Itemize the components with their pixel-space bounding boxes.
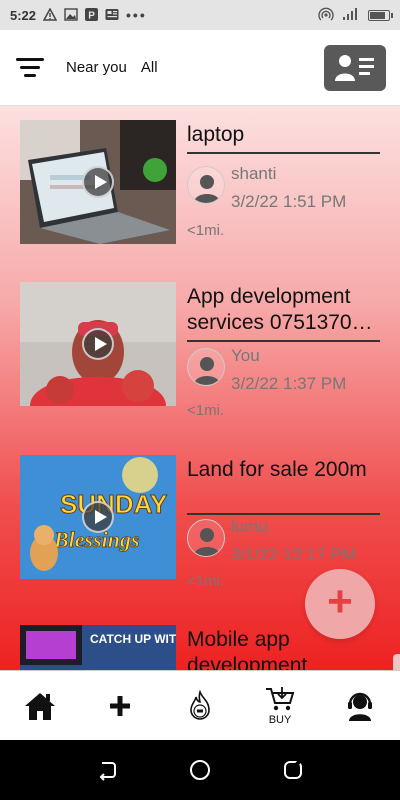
nav-support-button[interactable]: [330, 676, 390, 736]
listing-distance: <1mi.: [187, 222, 225, 239]
listing-title[interactable]: laptop: [187, 122, 380, 154]
list-item[interactable]: App development services 0751370… You 3/…: [0, 268, 400, 419]
listing-title[interactable]: Land for sale 200m: [187, 457, 380, 515]
listing-distance: <1mi.: [187, 402, 225, 419]
image-icon: [64, 7, 78, 23]
thumbnail-text-catch-up: CATCH UP WITH ALL: [90, 632, 176, 646]
play-icon[interactable]: [82, 166, 114, 198]
plus-icon: +: [327, 577, 353, 626]
nav-home-button[interactable]: [10, 676, 70, 736]
battery-icon: [368, 9, 393, 21]
play-icon[interactable]: [82, 501, 114, 533]
hot-deals-icon: [190, 689, 210, 720]
plus-icon: [110, 695, 130, 716]
contact-card-icon: [335, 54, 374, 81]
status-bar: 5:22 P •••: [0, 0, 400, 30]
status-time: 5:22: [10, 7, 37, 23]
listing-title[interactable]: App development services 0751370…: [187, 284, 380, 342]
svg-text:P: P: [88, 10, 95, 21]
hotspot-icon: [318, 7, 334, 24]
screen-photo: CATCH UP WITH ALL: [20, 625, 176, 670]
list-item[interactable]: SUNDAY Blessings Land for sale 200m lumu…: [0, 441, 400, 590]
listing-thumbnail[interactable]: CATCH UP WITH ALL: [20, 625, 176, 670]
parking-icon: P: [85, 7, 99, 23]
home-circle-icon[interactable]: [180, 750, 220, 790]
cart-icon: [266, 686, 295, 710]
nav-buy-label: BUY: [268, 713, 292, 726]
nav-buy-button[interactable]: BUY: [250, 676, 310, 736]
filter-icon[interactable]: [14, 54, 46, 82]
user-avatar: [187, 348, 225, 386]
listing-user: shanti: [231, 164, 277, 183]
more-notifications-indicator: •••: [126, 7, 147, 23]
news-icon: [105, 8, 119, 23]
list-item[interactable]: laptop shanti 3/2/22 1:51 PM <1mi.: [0, 106, 400, 246]
user-avatar: [187, 166, 225, 204]
scroll-handle[interactable]: [393, 654, 400, 670]
listing-time: 3/1/22 12:17 PM: [231, 545, 356, 564]
listing-thumbnail[interactable]: SUNDAY Blessings: [20, 455, 176, 579]
all-filter[interactable]: All: [141, 59, 158, 76]
bottom-nav: BUY: [0, 670, 400, 740]
signal-icon: [342, 7, 360, 24]
nav-hot-deals-button[interactable]: [170, 676, 230, 736]
listing-user: lumu: [231, 517, 268, 536]
home-icon: [25, 692, 55, 720]
back-icon[interactable]: [87, 750, 127, 790]
listing-distance: <1mi.: [187, 573, 225, 590]
nav-add-button[interactable]: [90, 676, 150, 736]
profile-button[interactable]: [324, 44, 386, 91]
play-icon[interactable]: [82, 328, 114, 360]
recents-icon[interactable]: [273, 750, 313, 790]
warning-icon: [42, 6, 58, 23]
listing-time: 3/2/22 1:51 PM: [231, 192, 347, 211]
near-you-filter[interactable]: Near you: [66, 59, 127, 76]
support-agent-icon: [348, 692, 372, 721]
listing-user: You: [231, 346, 260, 365]
system-nav-bar: [0, 740, 400, 800]
add-listing-button[interactable]: +: [305, 569, 375, 639]
user-avatar: [187, 519, 225, 557]
listing-thumbnail[interactable]: [20, 282, 176, 406]
app-header: Near you All: [0, 30, 400, 106]
listing-thumbnail[interactable]: [20, 120, 176, 244]
listing-time: 3/2/22 1:37 PM: [231, 374, 347, 393]
